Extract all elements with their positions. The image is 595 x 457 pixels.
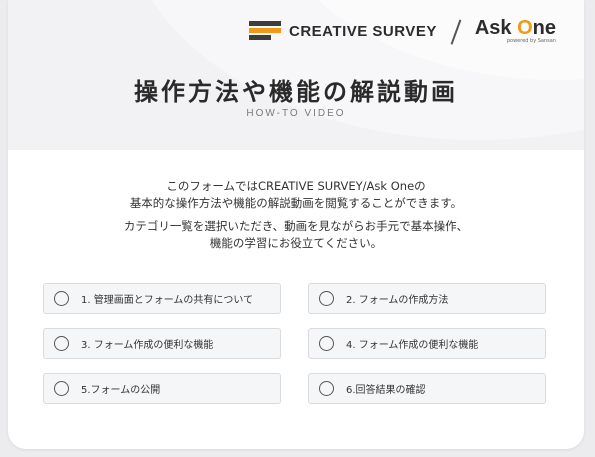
option-label: 4. フォーム作成の便利な機能 bbox=[346, 340, 479, 351]
option-label: 2. フォームの作成方法 bbox=[346, 295, 449, 306]
page-subtitle: HOW-TO VIDEO bbox=[246, 108, 346, 119]
askone-wordmark-ne: ne bbox=[532, 17, 556, 39]
brand-logos: CREATIVE SURVEY Ask One powered by Sansa… bbox=[249, 18, 556, 44]
description-line: 基本的な操作方法や機能の解説動画を閲覧することができます。 bbox=[129, 196, 463, 210]
radio-icon[interactable] bbox=[319, 381, 334, 396]
description: このフォームではCREATIVE SURVEY/Ask Oneの 基本的な操作方… bbox=[8, 178, 584, 258]
radio-icon[interactable] bbox=[319, 291, 334, 306]
option-2[interactable]: 2. フォームの作成方法 bbox=[308, 283, 546, 314]
option-1[interactable]: 1. 管理画面とフォームの共有について bbox=[43, 283, 281, 314]
radio-icon[interactable] bbox=[54, 381, 69, 396]
option-3[interactable]: 3. フォーム作成の便利な機能 bbox=[43, 328, 281, 359]
description-line: このフォームではCREATIVE SURVEY/Ask Oneの bbox=[166, 179, 426, 193]
page-title: 操作方法や機能の解説動画 bbox=[134, 78, 458, 106]
option-label: 1. 管理画面とフォームの共有について bbox=[81, 295, 254, 306]
description-line: 機能の学習にお役立てください。 bbox=[209, 236, 383, 250]
askone-tagline: powered by Sansan bbox=[506, 38, 556, 44]
creative-survey-wordmark: CREATIVE SURVEY bbox=[289, 22, 437, 40]
brand-separator bbox=[447, 19, 465, 43]
askone-wordmark-ask: Ask bbox=[474, 17, 512, 39]
option-label: 3. フォーム作成の便利な機能 bbox=[81, 340, 214, 351]
form-card: CREATIVE SURVEY Ask One powered by Sansa… bbox=[8, 0, 584, 449]
option-label: 6.回答結果の確認 bbox=[346, 385, 426, 396]
askone-wordmark-o: O bbox=[517, 17, 533, 39]
option-label: 5.フォームの公開 bbox=[81, 385, 161, 396]
option-5[interactable]: 5.フォームの公開 bbox=[43, 373, 281, 404]
radio-icon[interactable] bbox=[54, 336, 69, 351]
radio-icon[interactable] bbox=[54, 291, 69, 306]
askone-logo: Ask One powered by Sansan bbox=[475, 18, 556, 44]
option-4[interactable]: 4. フォーム作成の便利な機能 bbox=[308, 328, 546, 359]
option-6[interactable]: 6.回答結果の確認 bbox=[308, 373, 546, 404]
header-banner: CREATIVE SURVEY Ask One powered by Sansa… bbox=[8, 0, 584, 150]
description-line: カテゴリ一覧を選択いただき、動画を見ながらお手元で基本操作、 bbox=[123, 219, 469, 233]
radio-icon[interactable] bbox=[319, 336, 334, 351]
creative-survey-logo-icon bbox=[249, 21, 282, 41]
